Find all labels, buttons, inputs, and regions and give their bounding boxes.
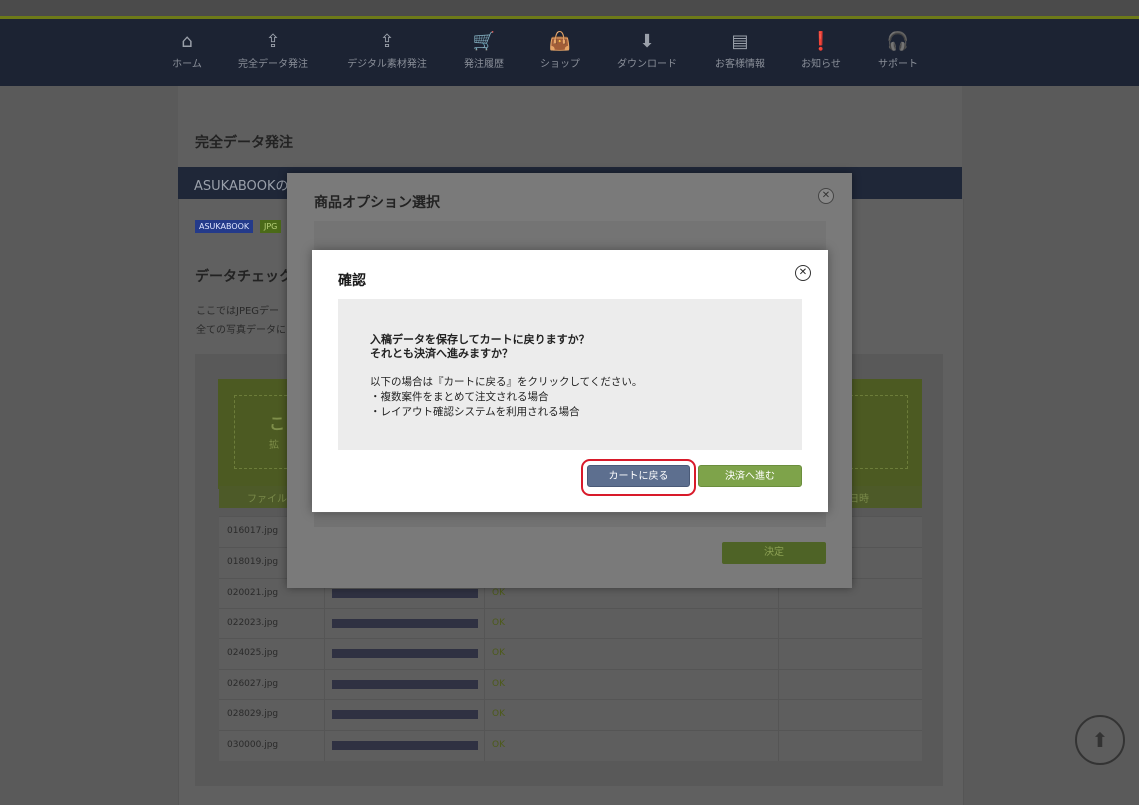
nav-label: ショップ [540,59,580,70]
column-date: 日時 [849,494,869,505]
file-name: 022023.jpg [227,618,279,628]
nav-label: サポート [878,59,918,70]
nav-item-notices[interactable]: ❗ お知らせ [799,29,843,79]
dialog-message-box: 入稿データを保存してカートに戻りますか？ それとも決済へ進みますか？ 以下の場合… [338,299,802,450]
arrow-up-icon: ⬆ [1091,728,1109,752]
dialog-title: 確認 [338,273,366,289]
global-navbar: ⌂ ホーム ⇪ 完全データ発注 ⇪ デジタル素材発注 🛒 発注履歴 👜 ショップ… [0,19,1139,86]
nav-item-download[interactable]: ⬇ ダウンロード [614,29,680,79]
dialog-note: 以下の場合は『カートに戻る』をクリックしてください。 [370,376,643,388]
table-row: 026027.jpg OK [219,669,922,700]
drop-zone-title: こ [269,414,286,433]
file-name: 018019.jpg [227,557,279,567]
file-status: OK [492,709,505,719]
tag-jpg: JPG [260,220,282,233]
shopping-bag-icon: 👜 [548,31,572,52]
progress-bar [332,680,478,689]
scroll-to-top-button[interactable]: ⬆ [1075,715,1125,765]
progress-bar [332,589,478,598]
back-to-cart-button[interactable]: カートに戻る [587,465,690,487]
progress-bar [332,710,478,719]
dialog-case: ・複数案件をまとめて注文される場合 [370,391,549,403]
dialog-question: それとも決済へ進みますか？ [370,347,513,360]
drop-zone-subtitle: 拡 [269,440,279,451]
intro-text-line: 全ての写真データに [196,325,286,336]
file-status: OK [492,618,505,628]
close-icon[interactable]: ✕ [818,188,834,204]
dialog-case: ・レイアウト確認システムを利用される場合 [370,406,580,418]
page-title: 完全データ発注 [195,135,293,151]
progress-bar [332,619,478,628]
nav-label: 発注履歴 [464,59,504,70]
file-status: OK [492,588,505,598]
top-strip [0,0,1139,19]
upload-tray-icon: ⇪ [265,31,281,52]
file-status: OK [492,648,505,658]
file-name: 030000.jpg [227,740,279,750]
table-row: 030000.jpg OK [219,730,922,761]
nav-item-order-history[interactable]: 🛒 発注履歴 [462,29,506,79]
file-name: 028029.jpg [227,709,279,719]
nav-label: お客様情報 [715,59,765,70]
nav-label: デジタル素材発注 [347,59,427,70]
nav-item-digital-material-order[interactable]: ⇪ デジタル素材発注 [345,29,429,79]
file-name: 026027.jpg [227,679,279,689]
nav-item-home[interactable]: ⌂ ホーム [170,29,204,79]
proceed-to-payment-button[interactable]: 決済へ進む [698,465,802,487]
alert-icon: ❗ [809,31,833,52]
file-name: 020021.jpg [227,588,279,598]
intro-text-line: ここではJPEGデー [196,306,280,317]
nav-item-customer-info[interactable]: ▤ お客様情報 [712,29,768,79]
option-panel-footer [314,513,826,527]
confirm-dialog: 確認 ✕ 入稿データを保存してカートに戻りますか？ それとも決済へ進みますか？ … [312,250,828,512]
file-name: 024025.jpg [227,648,279,658]
tag-asukabook: ASUKABOOK [195,220,254,233]
section-header-text: ASUKABOOKの [194,179,289,194]
column-file: ファイル [247,494,287,505]
data-check-title: データチェック [195,269,293,285]
home-icon: ⌂ [181,31,193,52]
progress-bar [332,649,478,658]
cart-icon: 🛒 [472,31,496,52]
headset-icon: 🎧 [886,31,910,52]
product-option-title: 商品オプション選択 [314,195,440,211]
table-row: 024025.jpg OK [219,638,922,669]
nav-label: ホーム [172,59,202,70]
file-status: OK [492,740,505,750]
file-name: 016017.jpg [227,526,279,536]
document-icon: ▤ [731,31,749,52]
progress-bar [332,741,478,750]
file-status: OK [492,679,505,689]
nav-item-complete-data-order[interactable]: ⇪ 完全データ発注 [236,29,310,79]
option-panel [314,221,826,251]
table-row: 028029.jpg OK [219,699,922,730]
nav-item-shop[interactable]: 👜 ショップ [538,29,582,79]
nav-item-support[interactable]: 🎧 サポート [876,29,920,79]
upload-photo-icon: ⇪ [379,31,395,52]
nav-label: 完全データ発注 [238,59,308,70]
nav-label: お知らせ [801,59,841,70]
download-icon: ⬇ [639,31,655,52]
table-row: 022023.jpg OK [219,608,922,639]
close-icon[interactable]: ✕ [795,265,811,281]
nav-label: ダウンロード [617,59,677,70]
option-confirm-button[interactable]: 決定 [722,542,826,564]
